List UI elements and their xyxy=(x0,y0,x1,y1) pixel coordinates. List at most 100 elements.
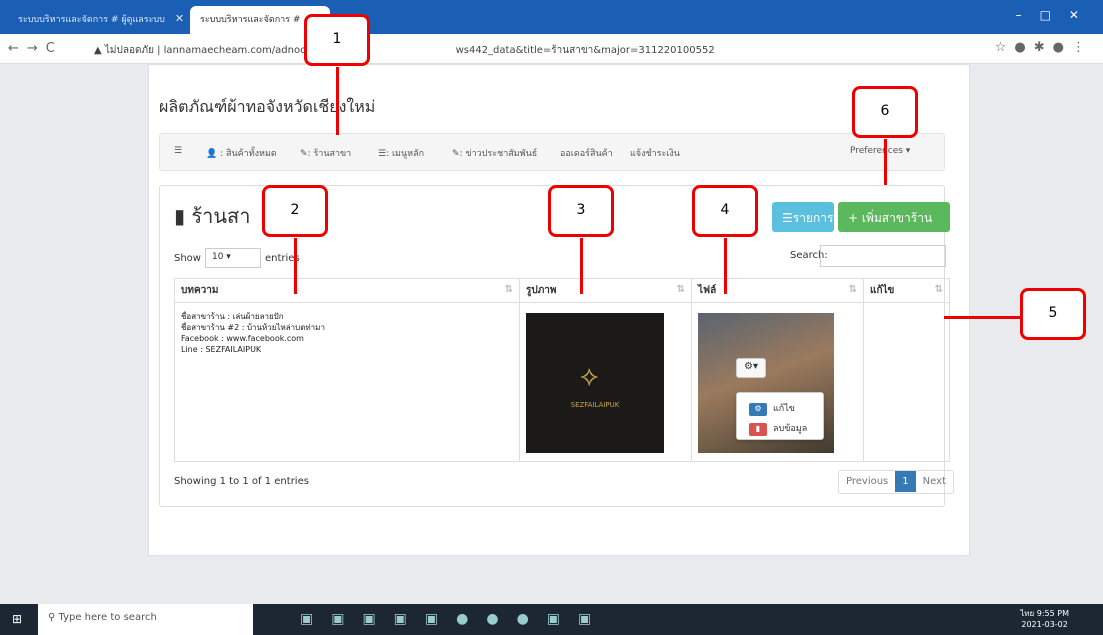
menu-label: : ข่าวประชาสัมพันธ์ xyxy=(459,149,538,159)
nav-buttons[interactable]: ←→C xyxy=(8,41,63,56)
column-header[interactable]: บทความ ⇅ xyxy=(174,278,520,303)
taskbar-search-text: Type here to search xyxy=(58,612,157,623)
page-length-select[interactable]: 10 ▾ xyxy=(204,248,261,268)
taskbar: ⊞ ⚲ Type here to search ▣▣▣▣▣●●●▣▣ ไทย 9… xyxy=(0,604,1103,635)
column-label: ไฟล์ xyxy=(698,285,717,296)
show-label: Show xyxy=(174,253,201,264)
edit-icon: ✎ xyxy=(300,149,308,159)
lang-indicator: ไทย xyxy=(1020,609,1035,618)
browser-tab[interactable]: ระบบบริหารและจัดการ # ผู้ดูแลระบบ ✕ xyxy=(8,6,188,34)
address-bar: ←→C ▲ ไม่ปลอดภัย | lannamaecheam.com/adn… xyxy=(0,34,1103,64)
article-cell: ชื่อสาขาร้าน : เล่นผ้ายลายปัก ชื่อสาขาร้… xyxy=(174,302,520,462)
branch-table: บทความ ⇅ รูปภาพ ⇅ ไฟล์ ⇅ แก้ไข ⇅ ชื่อสาขาร้า… xyxy=(174,278,950,462)
list-button[interactable]: ☰รายการ xyxy=(772,202,834,232)
search-input[interactable] xyxy=(820,245,946,267)
callout-5: 5 xyxy=(1020,288,1086,340)
logo-text: SEZFAILAIPUK xyxy=(570,401,620,409)
edit-cell xyxy=(863,302,950,462)
callout-arrow xyxy=(884,139,887,185)
preferences-menu[interactable]: Preferences ▾ xyxy=(850,146,910,156)
callout-arrow xyxy=(724,238,727,294)
callout-4: 4 xyxy=(692,185,758,237)
menu-item-branches[interactable]: ✎: ร้านสาขา xyxy=(300,146,351,160)
sort-icon: ⇅ xyxy=(848,284,857,295)
column-header[interactable]: ไฟล์ ⇅ xyxy=(691,278,864,303)
action-label: แก้ไข xyxy=(773,404,795,414)
callout-3: 3 xyxy=(548,185,614,237)
callout-2: 2 xyxy=(262,185,328,237)
branch-line: ชื่อสาขาร้าน #2 : บ้านห้วยไหล่าบดท่ามา xyxy=(181,323,325,332)
windows-icon[interactable]: ⊞ xyxy=(12,612,22,626)
edit-action[interactable]: ⚙ แก้ไข xyxy=(749,401,795,416)
date: 2021-03-02 xyxy=(1021,620,1068,629)
logo-image: ⟡ SEZFAILAIPUK xyxy=(526,313,664,453)
window-controls[interactable]: –□✕ xyxy=(1016,8,1097,22)
pagination: Previous 1 Next xyxy=(838,470,954,494)
menu-item-news[interactable]: ✎: ข่าวประชาสัมพันธ์ xyxy=(452,146,537,160)
page-container: ผลิตภัณฑ์ผ้าทอจังหวัดเชียงใหม่ ☰ 👤 : สิน… xyxy=(148,64,970,556)
page-1-button[interactable]: 1 xyxy=(895,471,916,492)
url-suffix: ws442_data&title=ร้านสาขา&major=31122010… xyxy=(455,45,715,56)
taskbar-apps[interactable]: ▣▣▣▣▣●●●▣▣ xyxy=(300,611,609,627)
close-icon[interactable]: ✕ xyxy=(175,12,184,25)
callout-1: 1 xyxy=(304,14,370,66)
gear-dropdown-button[interactable]: ⚙▾ xyxy=(736,358,766,378)
menu-label: : สินค้าทั้งหมด xyxy=(220,149,277,159)
main-menu: ☰ 👤 : สินค้าทั้งหมด ✎: ร้านสาขา ☰: เมนูห… xyxy=(159,133,945,171)
sort-icon: ⇅ xyxy=(676,284,685,295)
search-area: Search: xyxy=(790,245,946,267)
gear-icon: ⚙ xyxy=(744,361,753,372)
time: 9:55 PM xyxy=(1036,609,1069,618)
list-icon: ☰ xyxy=(378,149,387,159)
menu-item-products[interactable]: 👤 : สินค้าทั้งหมด xyxy=(206,146,277,160)
url-prefix: ไม่ปลอดภัย | lannamaecheam.com/adnoc xyxy=(104,45,306,56)
column-label: บทความ xyxy=(181,285,219,296)
site-title: ผลิตภัณฑ์ผ้าทอจังหวัดเชียงใหม่ xyxy=(159,97,376,116)
add-branch-button[interactable]: + เพิ่มสาขาร้าน xyxy=(838,202,950,232)
tab-label: ระบบบริหารและจัดการ # ผู้ดูแลระบบ xyxy=(18,15,165,25)
menu-item-payment[interactable]: แจ้งชำระเงิน xyxy=(630,146,680,160)
branch-line: ชื่อสาขาร้าน : เล่นผ้ายลายปัก xyxy=(181,312,284,321)
browser-toolbar-icons[interactable]: ☆●✱●⋮ xyxy=(995,40,1093,55)
menu-toggle-icon[interactable]: ☰ xyxy=(174,146,182,156)
actions-dropdown: ⚙ แก้ไข ▮ ลบข้อมูล xyxy=(736,392,824,440)
menu-label: : ร้านสาขา xyxy=(307,149,352,159)
panel-title-text: ร้านสา xyxy=(191,204,251,228)
taskbar-search[interactable]: ⚲ Type here to search xyxy=(38,604,253,635)
page-length-value: 10 xyxy=(211,252,224,262)
user-icon: 👤 xyxy=(206,149,218,159)
logo-symbol: ⟡ xyxy=(580,359,599,392)
branch-line: Facebook : www.facebook.com xyxy=(181,334,304,343)
sort-icon: ⇅ xyxy=(934,284,943,295)
tab-label: ระบบบริหารและจัดการ # xyxy=(200,15,301,25)
table-row: ชื่อสาขาร้าน : เล่นผ้ายลายปัก ชื่อสาขาร้… xyxy=(174,302,950,462)
panel-title: ▮ ร้านสา xyxy=(174,200,250,232)
browser-tab-strip: ระบบบริหารและจัดการ # ผู้ดูแลระบบ ✕ ระบบบ… xyxy=(0,0,1103,34)
prev-button[interactable]: Previous xyxy=(839,471,895,492)
menu-item-orders[interactable]: ออเดอร์สินค้า xyxy=(560,146,613,160)
url-field[interactable]: ▲ ไม่ปลอดภัย | lannamaecheam.com/adnoc ws… xyxy=(94,43,715,58)
table-info: Showing 1 to 1 of 1 entries xyxy=(174,476,309,487)
column-header[interactable]: แก้ไข ⇅ xyxy=(863,278,950,303)
page-length: Show 10 ▾ entries xyxy=(174,248,300,268)
callout-arrow xyxy=(944,316,1020,319)
bookmark-icon: ▮ xyxy=(174,204,186,228)
next-button[interactable]: Next xyxy=(916,471,953,492)
gear-icon: ⚙ xyxy=(749,403,767,416)
page-viewport: ผลิตภัณฑ์ผ้าทอจังหวัดเชียงใหม่ ☰ 👤 : สิน… xyxy=(0,64,1103,604)
callout-arrow xyxy=(336,67,339,135)
callout-6: 6 xyxy=(852,86,918,138)
action-label: ลบข้อมูล xyxy=(773,424,808,434)
callout-arrow xyxy=(580,238,583,294)
menu-label: : เมนูหลัก xyxy=(386,149,425,159)
column-label: รูปภาพ xyxy=(526,285,557,296)
column-header[interactable]: รูปภาพ ⇅ xyxy=(519,278,692,303)
column-label: แก้ไข xyxy=(870,285,895,296)
callout-arrow xyxy=(294,238,297,294)
menu-item-main[interactable]: ☰: เมนูหลัก xyxy=(378,146,424,160)
clock[interactable]: ไทย 9:55 PM 2021-03-02 xyxy=(1020,608,1069,630)
delete-action[interactable]: ▮ ลบข้อมูล xyxy=(749,421,807,436)
search-icon: ⚲ xyxy=(48,612,56,623)
branch-line: Line : SEZFAILAIPUK xyxy=(181,345,262,354)
trash-icon: ▮ xyxy=(749,423,767,436)
